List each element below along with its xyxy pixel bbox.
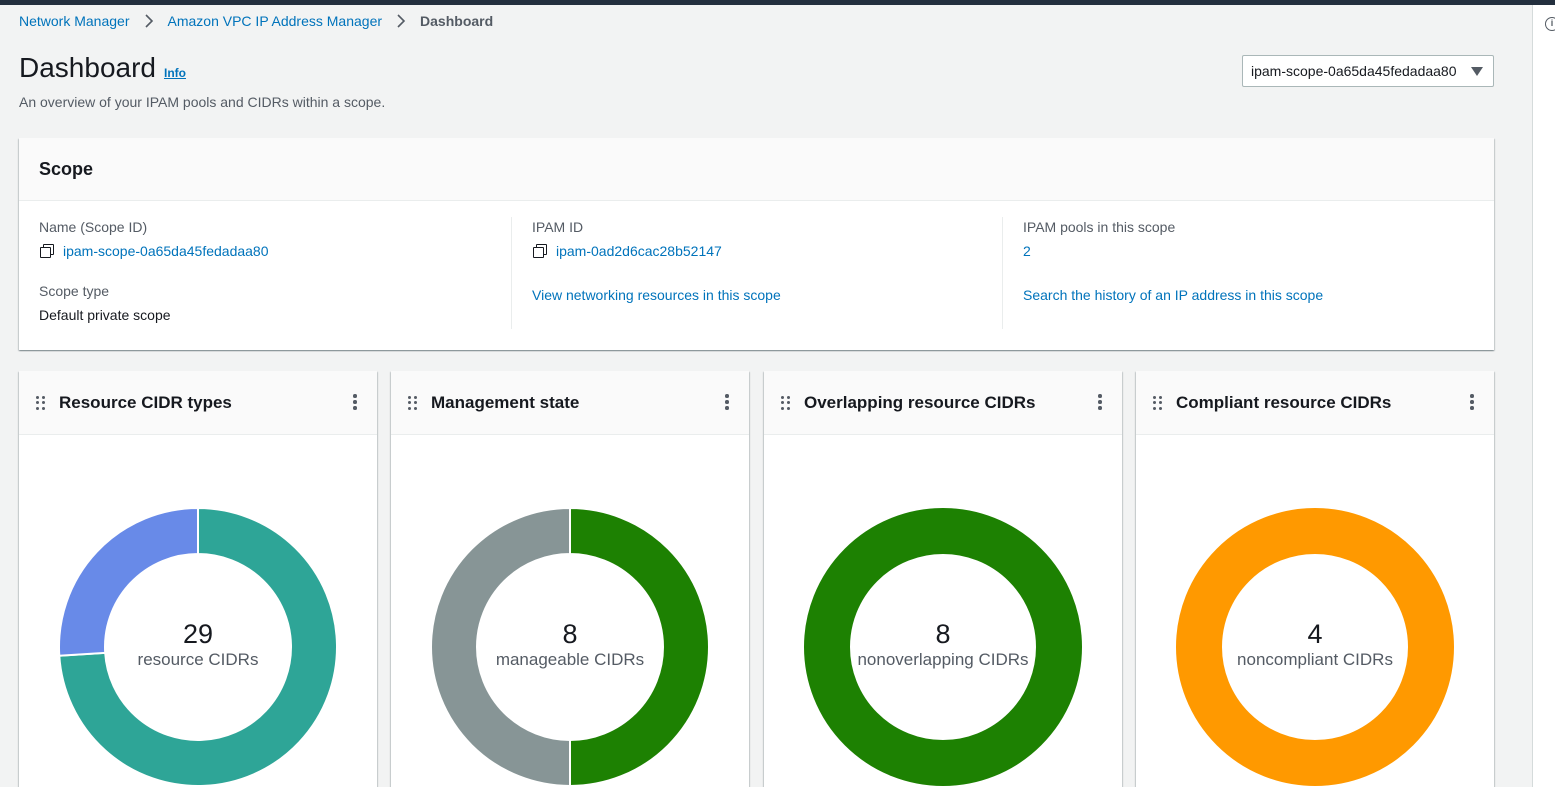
drag-handle-icon[interactable] bbox=[1153, 395, 1163, 410]
scope-card: Scope Name (Scope ID) ipam-scope-0a65da4… bbox=[19, 138, 1494, 350]
scope-column-ipam: IPAM ID ipam-0ad2d6cac28b52147 View netw… bbox=[511, 217, 1002, 329]
widget-compliant-resource-cidrs: Compliant resource CIDRs 4 noncompliant … bbox=[1136, 371, 1494, 787]
drag-handle-icon[interactable] bbox=[36, 395, 46, 410]
drag-handle-icon[interactable] bbox=[781, 395, 791, 410]
scope-details: Name (Scope ID) ipam-scope-0a65da45fedad… bbox=[19, 201, 1494, 350]
breadcrumb-ipam[interactable]: Amazon VPC IP Address Manager bbox=[168, 13, 383, 29]
widget-header: Compliant resource CIDRs bbox=[1136, 371, 1494, 435]
donut-subtitle: manageable CIDRs bbox=[495, 650, 645, 669]
view-resources-link[interactable]: View networking resources in this scope bbox=[532, 285, 1002, 305]
breadcrumb-network-manager[interactable]: Network Manager bbox=[19, 13, 130, 29]
widget-header: Overlapping resource CIDRs bbox=[764, 371, 1122, 435]
scope-column-name: Name (Scope ID) ipam-scope-0a65da45fedad… bbox=[19, 217, 511, 329]
drag-handle-icon[interactable] bbox=[408, 395, 418, 410]
breadcrumb: Network Manager Amazon VPC IP Address Ma… bbox=[19, 12, 493, 30]
widget-management-state: Management state 8 manageable CIDRs bbox=[391, 371, 749, 787]
widget-overlapping-resource-cidrs: Overlapping resource CIDRs 8 nonoverlapp… bbox=[764, 371, 1122, 787]
widget-header: Management state bbox=[391, 371, 749, 435]
caret-down-icon bbox=[1471, 67, 1483, 76]
scope-id-link[interactable]: ipam-scope-0a65da45fedadaa80 bbox=[63, 241, 269, 261]
widget-title: Overlapping resource CIDRs bbox=[804, 392, 1036, 412]
pools-count-link[interactable]: 2 bbox=[1023, 241, 1494, 261]
donut-count: 4 bbox=[1307, 619, 1323, 649]
more-vertical-icon[interactable] bbox=[1470, 394, 1474, 410]
widget-title: Compliant resource CIDRs bbox=[1176, 392, 1392, 412]
more-vertical-icon[interactable] bbox=[725, 394, 729, 410]
widget-resource-cidr-types: Resource CIDR types 29 resource CIDRs bbox=[19, 371, 377, 787]
chevron-right-icon bbox=[144, 14, 153, 28]
donut-center-label: 8 nonoverlapping CIDRs bbox=[803, 619, 1083, 671]
donut-count: 8 bbox=[935, 619, 951, 649]
widget-title: Management state bbox=[431, 392, 580, 412]
more-vertical-icon[interactable] bbox=[353, 394, 357, 410]
scope-id-row: ipam-scope-0a65da45fedadaa80 bbox=[39, 241, 511, 261]
donut-center-label: 29 resource CIDRs bbox=[58, 619, 338, 671]
page-title: Dashboard bbox=[19, 52, 156, 83]
donut-count: 8 bbox=[562, 619, 578, 649]
donut-subtitle: nonoverlapping CIDRs bbox=[857, 650, 1029, 669]
donut-center-label: 4 noncompliant CIDRs bbox=[1175, 619, 1455, 671]
page-description: An overview of your IPAM pools and CIDRs… bbox=[19, 94, 386, 110]
donut-count: 29 bbox=[182, 619, 214, 649]
scope-card-title: Scope bbox=[19, 138, 1494, 201]
ipam-id-label: IPAM ID bbox=[532, 219, 584, 235]
chevron-right-icon bbox=[397, 14, 406, 28]
copy-icon[interactable] bbox=[532, 243, 548, 259]
tools-panel-rail bbox=[1532, 5, 1555, 787]
widget-title: Resource CIDR types bbox=[59, 392, 232, 412]
search-ip-history-link[interactable]: Search the history of an IP address in t… bbox=[1023, 285, 1494, 305]
scope-name-label: Name (Scope ID) bbox=[39, 219, 148, 235]
top-navigation-bar bbox=[0, 0, 1555, 5]
page-header: Dashboard Info bbox=[19, 52, 186, 84]
scope-selector[interactable]: ipam-scope-0a65da45fedadaa80 bbox=[1242, 55, 1494, 87]
scope-type-label: Scope type bbox=[39, 283, 110, 299]
breadcrumb-current: Dashboard bbox=[420, 13, 494, 29]
info-link[interactable]: Info bbox=[164, 66, 186, 80]
ipam-id-link[interactable]: ipam-0ad2d6cac28b52147 bbox=[556, 241, 722, 261]
ipam-id-row: ipam-0ad2d6cac28b52147 bbox=[532, 241, 1002, 261]
donut-subtitle: noncompliant CIDRs bbox=[1237, 650, 1393, 669]
pools-label: IPAM pools in this scope bbox=[1023, 219, 1176, 235]
widget-header: Resource CIDR types bbox=[19, 371, 377, 435]
copy-icon[interactable] bbox=[39, 243, 55, 259]
more-vertical-icon[interactable] bbox=[1098, 394, 1102, 410]
donut-subtitle: resource CIDRs bbox=[137, 650, 259, 669]
scope-selector-value: ipam-scope-0a65da45fedadaa80 bbox=[1251, 63, 1457, 79]
scope-type-value: Default private scope bbox=[39, 307, 171, 323]
info-circle-icon[interactable]: i bbox=[1545, 17, 1555, 31]
scope-column-pools: IPAM pools in this scope 2 Search the hi… bbox=[1002, 217, 1494, 329]
donut-center-label: 8 manageable CIDRs bbox=[430, 619, 710, 671]
